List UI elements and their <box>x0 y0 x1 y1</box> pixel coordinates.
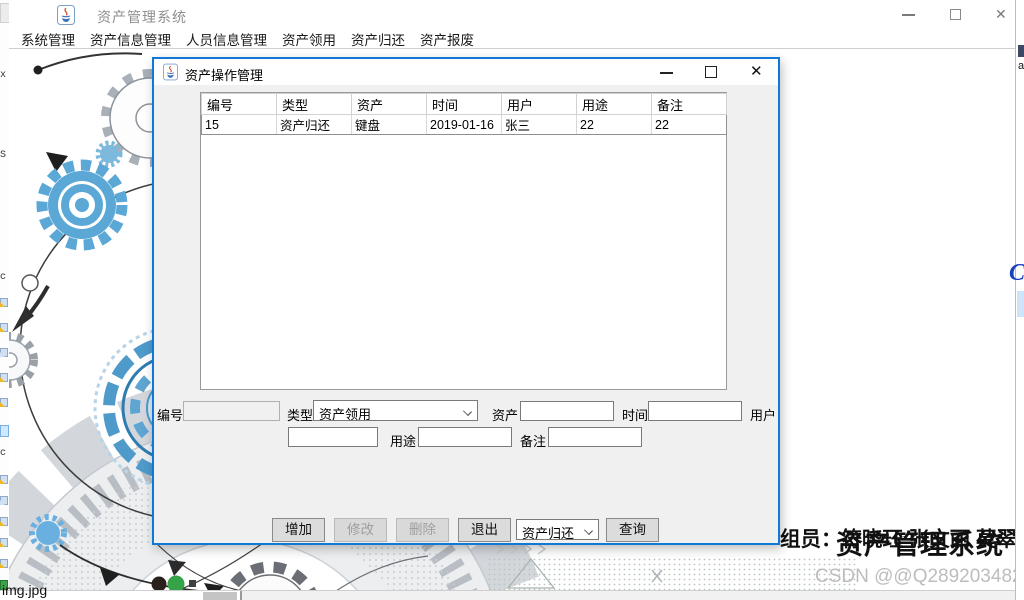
cell-time[interactable]: 2019-01-16 <box>426 114 502 135</box>
warning-file-icon <box>0 373 8 382</box>
asset-operations-table-panel: 编号 类型 资产 时间 用户 用途 备注 15 资产归还 键盘 2019-01-… <box>200 92 727 390</box>
cell-note[interactable]: 22 <box>651 114 727 135</box>
warning-file-icon <box>0 475 8 484</box>
scrollbar-thumb[interactable] <box>203 592 237 600</box>
col-header-type[interactable]: 类型 <box>276 93 352 115</box>
type-combobox[interactable]: 资产领用 <box>313 400 478 422</box>
asset-field[interactable] <box>520 401 614 421</box>
query-type-combobox[interactable]: 资产归还 <box>516 519 599 541</box>
chevron-down-icon <box>584 526 593 535</box>
warning-file-icon <box>0 559 8 568</box>
query-type-value: 资产归还 <box>522 526 575 541</box>
dialog-content: 编号 类型 资产 时间 用户 用途 备注 15 资产归还 键盘 2019-01-… <box>154 85 778 543</box>
exit-button[interactable]: 退出 <box>458 518 511 542</box>
warning-file-icon <box>0 298 8 307</box>
menu-personnel-info-management[interactable]: 人员信息管理 <box>186 29 267 49</box>
note-field[interactable] <box>548 427 642 447</box>
asset-operation-dialog: 资产操作管理 ✕ 编号 类型 资产 时间 用户 用途 备注 15 资产归还 键盘… <box>152 57 780 545</box>
scrollbar-divider <box>240 591 242 600</box>
watermark-text: CSDN @@Q2892034822 <box>815 566 1015 587</box>
asset-operations-table[interactable]: 编号 类型 资产 时间 用户 用途 备注 15 资产归还 键盘 2019-01-… <box>201 93 727 135</box>
number-field[interactable] <box>183 401 280 421</box>
time-label: 时间 <box>622 408 649 423</box>
menubar: 系统管理 资产信息管理 人员信息管理 资产领用 资产归还 资产报废 <box>9 30 1015 49</box>
type-label: 类型 <box>287 408 314 423</box>
col-header-time[interactable]: 时间 <box>426 93 502 115</box>
team-members-text: 组员：符晓珏 张文丽 莫翠敏 <box>780 528 1015 551</box>
col-header-asset[interactable]: 资产 <box>351 93 427 115</box>
minimize-icon[interactable] <box>902 14 915 16</box>
table-row[interactable]: 15 资产归还 键盘 2019-01-16 张三 22 22 <box>201 114 727 135</box>
selected-file-highlight <box>0 425 9 437</box>
maximize-icon[interactable] <box>705 66 717 78</box>
main-window-titlebar: 资产管理系统 ✕ <box>9 0 1015 30</box>
dialog-titlebar[interactable]: 资产操作管理 ✕ <box>154 59 778 85</box>
col-header-number[interactable]: 编号 <box>201 93 277 115</box>
fragment-icon <box>1018 45 1024 57</box>
gear-blue-small-top <box>95 140 123 168</box>
screen: x S c c 资产管理系统 ✕ 系统管理 资产信息管理 人员信息管理 资产领用… <box>0 0 1024 600</box>
background-window-left-sliver: x S c c <box>0 0 9 600</box>
warning-file-icon <box>0 323 8 332</box>
asset-label: 资产 <box>492 408 519 423</box>
warning-file-icon <box>0 517 8 526</box>
fragment-text: c <box>0 448 7 459</box>
gear-blue-large <box>36 159 128 251</box>
arc-with-dot <box>33 52 143 75</box>
fragment-text: a <box>1018 60 1024 72</box>
query-button[interactable]: 查询 <box>606 518 659 542</box>
menu-system-management[interactable]: 系统管理 <box>21 29 75 49</box>
java-icon <box>163 63 178 81</box>
scrollbar-track[interactable] <box>242 591 1024 600</box>
cell-usage[interactable]: 22 <box>576 114 652 135</box>
modify-button[interactable]: 修改 <box>334 518 387 542</box>
menu-asset-scrap[interactable]: 资产报废 <box>420 29 474 49</box>
minimize-icon[interactable] <box>660 72 673 74</box>
usage-field[interactable] <box>418 427 512 447</box>
table-header-row: 编号 类型 资产 时间 用户 用途 备注 <box>201 93 727 115</box>
background-window-right-sliver: a C <box>1009 0 1024 600</box>
fragment-text: c <box>0 272 7 283</box>
col-header-usage[interactable]: 用途 <box>576 93 652 115</box>
cell-user[interactable]: 张三 <box>501 114 577 135</box>
java-icon <box>57 5 75 25</box>
col-header-user[interactable]: 用户 <box>501 93 577 115</box>
image-file-label: img.jpg <box>2 582 48 598</box>
gear-outline-left <box>9 332 38 388</box>
number-label: 编号 <box>157 408 184 423</box>
java-file-icon <box>0 348 8 357</box>
note-label: 备注 <box>520 434 547 449</box>
user-label: 用户 <box>750 408 777 423</box>
delete-button[interactable]: 删除 <box>396 518 449 542</box>
fragment-selection <box>1017 291 1024 317</box>
menu-asset-info-management[interactable]: 资产信息管理 <box>90 29 171 49</box>
java-file-icon <box>0 496 8 505</box>
fragment-text: S <box>0 150 7 161</box>
usage-label: 用途 <box>390 434 417 449</box>
chevron-down-icon <box>463 407 472 416</box>
add-button[interactable]: 增加 <box>272 518 325 542</box>
cell-type[interactable]: 资产归还 <box>276 114 352 135</box>
user-field[interactable] <box>288 427 378 447</box>
menu-asset-return[interactable]: 资产归还 <box>351 29 405 49</box>
fragment-text: x <box>0 70 7 81</box>
cell-asset[interactable]: 键盘 <box>351 114 427 135</box>
time-field[interactable] <box>648 401 742 421</box>
warning-file-icon <box>0 538 8 547</box>
menu-asset-requisition[interactable]: 资产领用 <box>282 29 336 49</box>
type-combobox-value: 资产领用 <box>319 407 372 422</box>
col-header-note[interactable]: 备注 <box>651 93 727 115</box>
warning-file-icon <box>0 398 8 407</box>
close-icon[interactable]: ✕ <box>995 7 1007 21</box>
background-window-scrollbar <box>0 590 1024 600</box>
maximize-icon[interactable] <box>950 9 961 20</box>
dialog-title: 资产操作管理 <box>185 68 264 83</box>
close-icon[interactable]: ✕ <box>750 64 763 80</box>
fragment-text: C <box>1009 260 1024 286</box>
cell-number[interactable]: 15 <box>201 114 277 135</box>
main-window-title: 资产管理系统 <box>97 9 187 25</box>
